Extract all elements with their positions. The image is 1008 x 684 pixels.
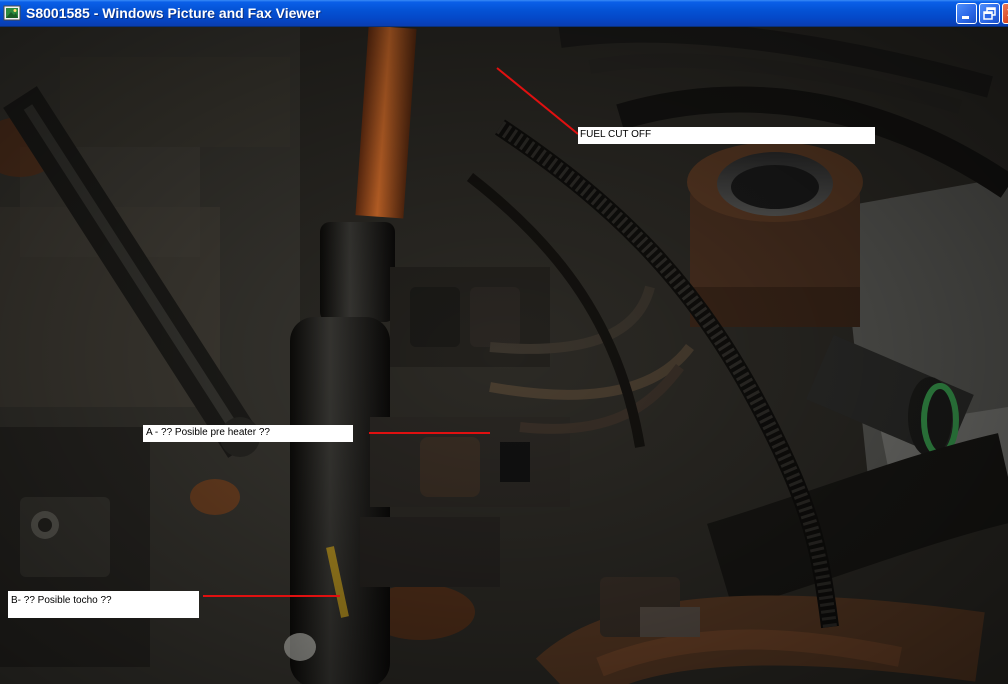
fuel-cut-off-leader	[496, 67, 579, 135]
annotation-leader-lines	[203, 67, 579, 597]
fuel-cut-off-label: FUEL CUT OFF	[578, 127, 875, 144]
tocho-label: B- ?? Posible tocho ??	[8, 591, 199, 618]
pre-heater-label: A - ?? Posible pre heater ??	[143, 425, 353, 442]
